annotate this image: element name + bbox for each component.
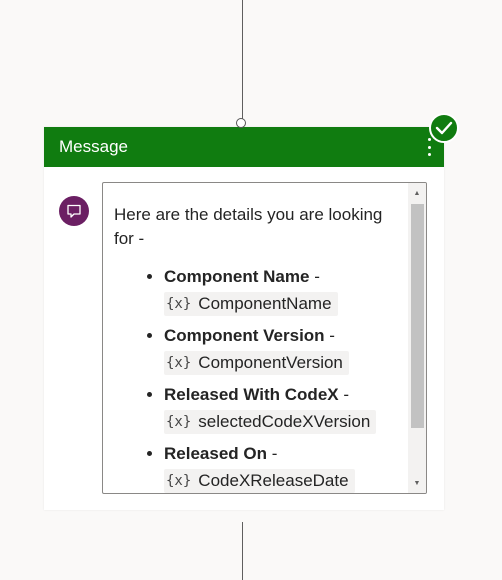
variable-chip[interactable]: {x} ComponentName <box>164 292 338 316</box>
scroll-down-arrow-icon[interactable]: ▼ <box>408 475 426 491</box>
more-options-icon[interactable] <box>426 138 432 156</box>
editor-scrollbar[interactable]: ▲ ▼ <box>408 183 426 493</box>
message-editor[interactable]: Here are the details you are looking for… <box>102 182 427 494</box>
variable-chip[interactable]: {x} selectedCodeXVersion <box>164 410 377 434</box>
variable-chip[interactable]: {x} CodeXReleaseDate <box>164 469 355 493</box>
node-title: Message <box>59 137 128 156</box>
scroll-thumb[interactable] <box>411 204 424 428</box>
list-item: Released On - {x} CodeXReleaseDate <box>164 442 396 493</box>
variable-icon: {x} <box>166 414 192 430</box>
variable-name: ComponentName <box>198 294 332 313</box>
check-circle-icon <box>429 113 459 143</box>
item-label: Released With CodeX <box>164 385 339 404</box>
message-content[interactable]: Here are the details you are looking for… <box>103 183 408 493</box>
item-separator: - <box>267 444 278 463</box>
variable-name: selectedCodeXVersion <box>198 412 371 431</box>
message-bubble-icon <box>59 196 89 226</box>
variable-icon: {x} <box>166 296 192 312</box>
variable-name: CodeXReleaseDate <box>198 471 349 490</box>
variable-name: ComponentVersion <box>198 353 343 372</box>
item-label: Released On <box>164 444 267 463</box>
item-separator: - <box>324 326 335 345</box>
connector-handle[interactable] <box>236 118 246 128</box>
intro-text: Here are the details you are looking for… <box>114 205 383 248</box>
item-label: Component Version <box>164 326 325 345</box>
item-label: Component Name <box>164 267 310 286</box>
details-list: Component Name - {x} ComponentName Compon… <box>114 265 396 493</box>
connector-line-top <box>242 0 243 120</box>
item-separator: - <box>338 385 349 404</box>
item-separator: - <box>309 267 320 286</box>
variable-icon: {x} <box>166 355 192 371</box>
list-item: Released With CodeX - {x} selectedCodeXVe… <box>164 383 396 434</box>
list-item: Component Version - {x} ComponentVersion <box>164 324 396 375</box>
variable-chip[interactable]: {x} ComponentVersion <box>164 351 349 375</box>
connector-line-bottom <box>242 522 243 580</box>
scroll-up-arrow-icon[interactable]: ▲ <box>408 185 426 201</box>
node-header[interactable]: Message <box>44 127 444 167</box>
variable-icon: {x} <box>166 473 192 489</box>
list-item: Component Name - {x} ComponentName <box>164 265 396 316</box>
